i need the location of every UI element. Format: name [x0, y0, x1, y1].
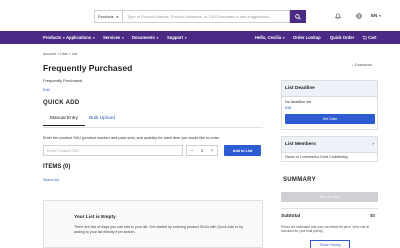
chevron-right-icon[interactable]: ›	[372, 142, 374, 152]
breadcrumb[interactable]: Account > Lists > List	[43, 52, 77, 56]
chevron-down-icon: ▼	[282, 36, 286, 40]
search-category-select[interactable]: Products ▼	[94, 10, 122, 23]
summary-title: SUMMARY	[283, 177, 316, 183]
quick-add-instruction: Enter the product SKU (product number an…	[43, 136, 221, 140]
items-title: ITEMS (0)	[43, 164, 71, 170]
search-icon	[295, 13, 301, 20]
top-header: Products ▼ Type in Product Names, Produc…	[0, 0, 400, 31]
subtotal-note: Prices are estimated and may not reflect…	[281, 225, 369, 234]
list-deadline-panel: List Deadline No deadline set Edit Set D…	[281, 80, 378, 130]
add-to-list-button[interactable]: Add to List	[224, 145, 261, 156]
empty-list-card: Your List is Empty There are lots of way…	[43, 200, 263, 248]
language-label: EN	[371, 13, 378, 18]
edit-list-link[interactable]: Edit	[43, 88, 50, 92]
nav-order-lookup[interactable]: Order Lookup	[293, 35, 321, 40]
deadline-edit-link[interactable]: Edit	[285, 106, 291, 110]
nav-products[interactable]: Products ▼	[43, 35, 65, 40]
qty-increment-button[interactable]: +	[211, 148, 214, 153]
deadline-status: No deadline set	[285, 100, 312, 104]
subtotal-value: $0	[370, 214, 376, 219]
cart-icon	[362, 36, 367, 41]
chevron-down-icon: ▼	[184, 36, 188, 40]
qty-decrement-button[interactable]: −	[191, 148, 194, 153]
search-category-label: Products	[98, 14, 114, 19]
tab-manual-entry[interactable]: Manual Entry	[43, 116, 85, 126]
quick-add-title: QUICK ADD	[43, 100, 80, 106]
nav-support[interactable]: Support ▼	[167, 35, 187, 40]
members-summary: Owner of 1 members ▸ Done Contributing	[285, 155, 348, 159]
empty-list-text: There are lots of ways you can add to yo…	[74, 225, 243, 235]
main-nav: Products ▼ Applications ▼ Services ▼ Doc…	[0, 31, 400, 44]
quick-add-tabs: Manual Entry Bulk Upload	[43, 114, 263, 128]
nav-documents[interactable]: Documents ▼	[132, 35, 159, 40]
set-deadline-button[interactable]: Set Date	[285, 114, 375, 124]
page-title: Frequently Purchased	[43, 63, 133, 73]
nav-applications[interactable]: Applications ▼	[66, 35, 95, 40]
list-members-panel[interactable]: List Members › Owner of 1 members ▸ Done…	[281, 136, 378, 162]
chevron-down-icon: ▼	[62, 36, 66, 40]
tab-bulk-upload[interactable]: Bulk Upload	[89, 116, 115, 121]
globe-icon[interactable]	[356, 13, 362, 21]
product-sku-input[interactable]: Enter Product SKU	[43, 145, 183, 156]
download-icon: ↓	[352, 63, 354, 67]
download-link[interactable]: ↓ Download	[352, 63, 372, 67]
nav-quick-order[interactable]: Quick Order	[330, 35, 354, 40]
chevron-down-icon: ▼	[92, 36, 96, 40]
quantity-stepper[interactable]: − 1 +	[186, 145, 218, 156]
nav-cart[interactable]: Cart	[362, 35, 377, 41]
search-input[interactable]: Type in Product Names, Product Numbers, …	[122, 10, 290, 23]
nav-services[interactable]: Services ▼	[103, 35, 124, 40]
nav-account-greeting[interactable]: Hello, Cecilia ▼	[255, 35, 285, 40]
chevron-down-icon: ▼	[155, 36, 159, 40]
chevron-down-icon: ▼	[115, 14, 119, 19]
search-button[interactable]	[290, 10, 306, 23]
show-pricing-button[interactable]: Show Pricing	[310, 240, 350, 248]
list-description: Frequently Purchased	[43, 78, 83, 83]
list-members-title: List Members	[285, 142, 316, 147]
subtotal-label: Subtotal	[281, 214, 301, 219]
qty-value[interactable]: 1	[201, 148, 204, 153]
add-to-cart-button[interactable]: Add to Cart	[281, 192, 378, 202]
select-all-link[interactable]: Select All	[43, 178, 59, 182]
chevron-down-icon: ▼	[378, 14, 382, 18]
summary-divider	[281, 208, 378, 209]
bell-icon[interactable]	[334, 13, 342, 21]
empty-list-title: Your List is Empty	[74, 215, 116, 220]
list-deadline-title: List Deadline	[282, 81, 377, 97]
language-selector[interactable]: EN ▼	[371, 13, 382, 18]
chevron-down-icon: ▼	[121, 36, 125, 40]
